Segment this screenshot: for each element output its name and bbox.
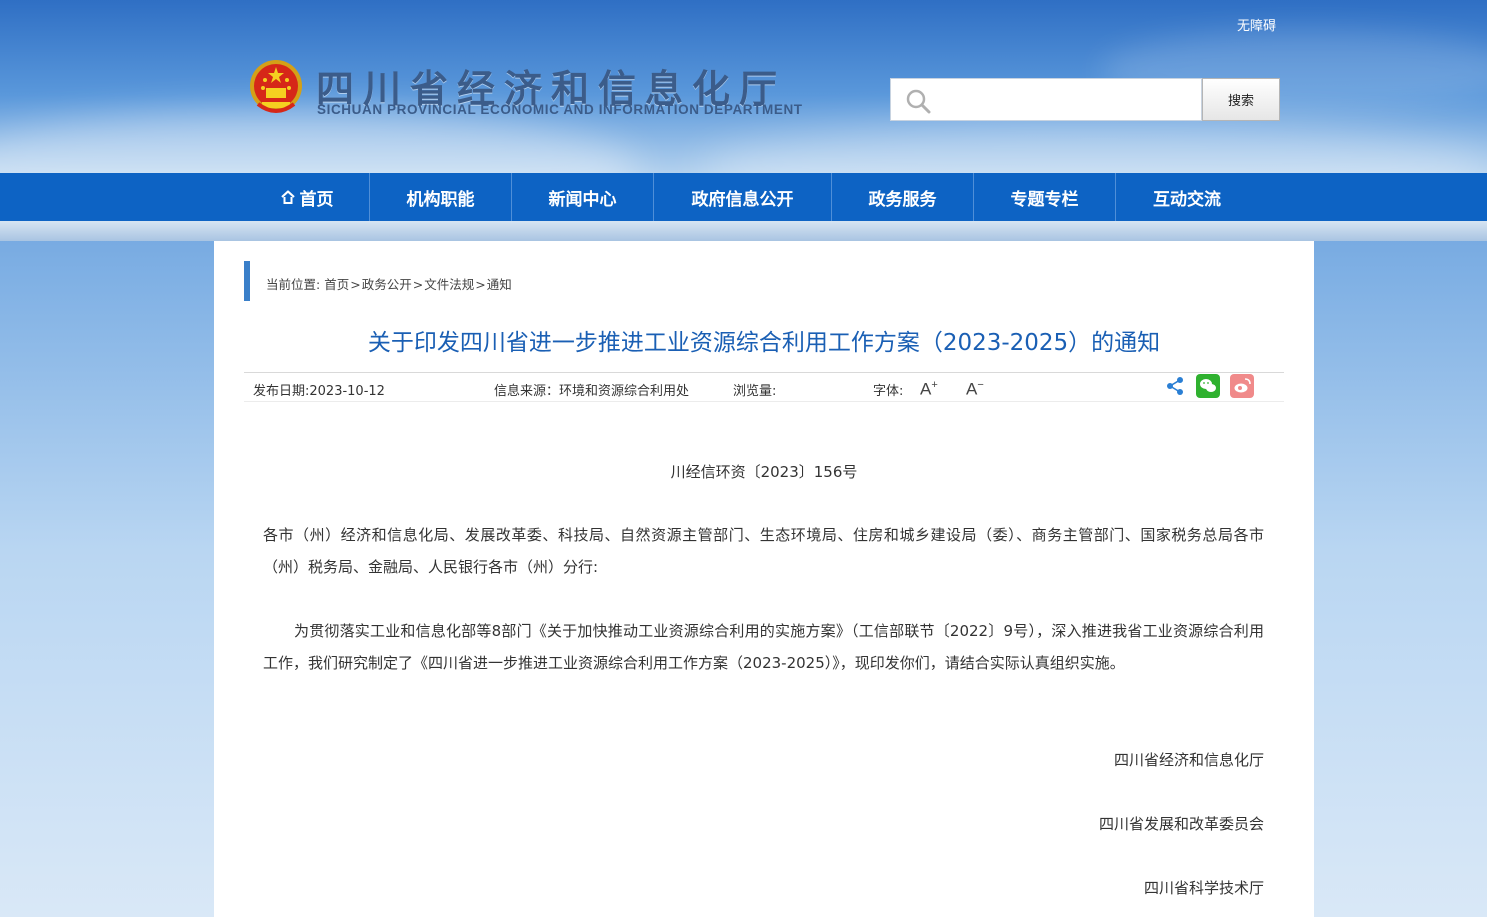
nav-item-label: 互动交流	[1153, 189, 1221, 210]
header-band	[0, 221, 1487, 241]
nav-item-label: 政务服务	[868, 189, 937, 210]
nav-item-label: 专题专栏	[1010, 189, 1079, 210]
breadcrumb-separator: >	[350, 277, 361, 292]
nav-item-home[interactable]: 首页	[245, 173, 370, 221]
minus-icon: −	[977, 379, 984, 391]
home-icon	[280, 190, 295, 204]
site-subtitle: SICHUAN PROVINCIAL ECONOMIC AND INFORMAT…	[317, 102, 803, 117]
share-icon[interactable]	[1165, 376, 1185, 396]
national-emblem-icon	[250, 60, 302, 113]
weibo-glyph-icon	[1234, 378, 1251, 393]
site-header: 无障碍 四川省经济和信息化厅 SICHUAN PROVINCIAL ECONOM…	[0, 0, 1487, 173]
document-number: 川经信环资〔2023〕156号	[670, 463, 858, 481]
wechat-icon[interactable]	[1196, 374, 1220, 398]
accessibility-link[interactable]: 无障碍	[1237, 15, 1276, 34]
divider	[244, 372, 1284, 373]
header-cloud	[700, 120, 1487, 173]
weibo-icon[interactable]	[1230, 374, 1254, 398]
signature-economic-info-dept: 四川省经济和信息化厅	[1113, 751, 1264, 769]
info-source: 信息来源：环境和资源综合利用处	[494, 384, 690, 399]
nav-item-label: 首页	[299, 189, 334, 210]
nav-item-label: 机构职能	[406, 189, 475, 210]
font-size-label: 字体:	[873, 384, 904, 399]
breadcrumb-separator: >	[412, 277, 424, 292]
divider	[244, 401, 1284, 402]
breadcrumb-item-documents[interactable]: 文件法规	[424, 277, 474, 292]
main-nav: 首页 机构职能 新闻中心 政府信息公开 政务服务 专题专栏 互动交流	[0, 173, 1487, 221]
plus-icon: +	[931, 379, 938, 391]
search-input[interactable]	[939, 85, 1189, 115]
nav-item-topics[interactable]: 专题专栏	[974, 173, 1116, 221]
publish-date: 发布日期:2023-10-12	[253, 384, 385, 399]
search-button[interactable]: 搜索	[1202, 78, 1280, 121]
nav-item-functions[interactable]: 机构职能	[370, 173, 512, 221]
signature-science-tech-dept: 四川省科学技术厅	[1143, 879, 1264, 897]
nav-item-label: 政府信息公开	[691, 189, 794, 210]
nav-item-news[interactable]: 新闻中心	[512, 173, 654, 221]
nav-item-label: 新闻中心	[548, 189, 617, 210]
breadcrumb-item-gov-affairs[interactable]: 政务公开	[362, 277, 412, 292]
wechat-glyph-icon	[1200, 379, 1216, 392]
font-decrease-button[interactable]: A−	[966, 379, 984, 400]
article-container: 当前位置: 首页>政务公开>文件法规>通知 关于印发四川省进一步推进工业资源综合…	[214, 241, 1314, 917]
breadcrumb: 当前位置: 首页>政务公开>文件法规>通知	[266, 274, 512, 293]
search-box	[890, 78, 1202, 121]
breadcrumb-accent-bar	[244, 261, 250, 301]
signature-development-reform-commission: 四川省发展和改革委员会	[1098, 815, 1264, 833]
nav-item-services[interactable]: 政务服务	[832, 173, 974, 221]
font-decrease-label: A	[966, 379, 978, 399]
body-paragraph: 为贯彻落实工业和信息化部等8部门《关于加快推动工业资源综合利用的实施方案》（工信…	[263, 622, 1264, 672]
article-title: 关于印发四川省进一步推进工业资源综合利用工作方案（2023-2025）的通知	[367, 330, 1161, 356]
search-icon	[906, 89, 931, 114]
recipients-paragraph: 各市（州）经济和信息化局、发展改革委、科技局、自然资源主管部门、生态环境局、住房…	[263, 526, 1264, 576]
breadcrumb-item-notices[interactable]: 通知	[487, 277, 512, 292]
nav-item-interaction[interactable]: 互动交流	[1116, 173, 1258, 221]
view-count: 浏览量:	[733, 384, 777, 399]
font-increase-label: A	[920, 379, 932, 399]
breadcrumb-prefix: 当前位置:	[266, 277, 325, 292]
breadcrumb-separator: >	[475, 277, 486, 292]
font-increase-button[interactable]: A+	[920, 379, 938, 400]
header-cloud	[0, 110, 640, 173]
breadcrumb-item-home[interactable]: 首页	[324, 277, 349, 292]
nav-item-gov-info[interactable]: 政府信息公开	[654, 173, 832, 221]
